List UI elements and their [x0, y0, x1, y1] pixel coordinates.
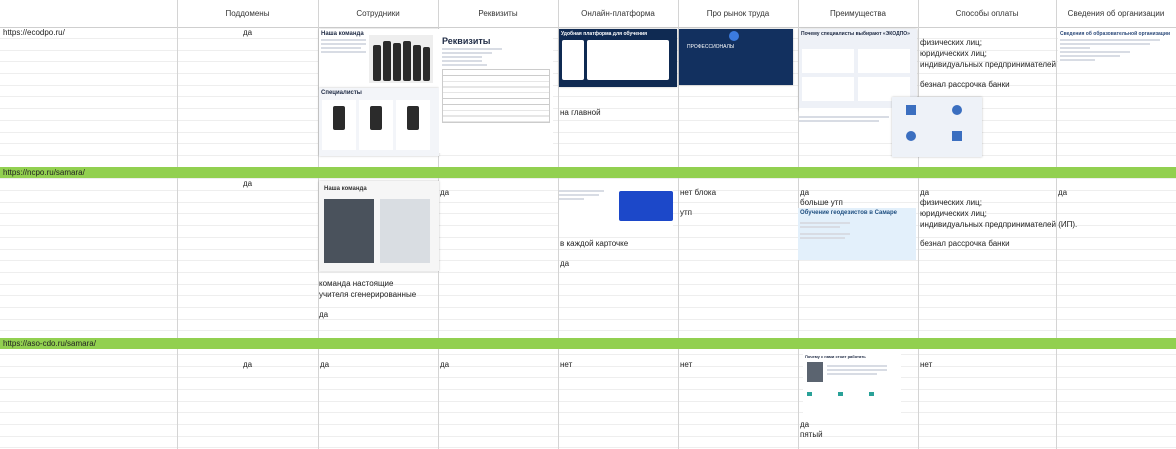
- requisites-screenshot: Реквизиты: [439, 29, 553, 153]
- program-icon: [906, 105, 916, 115]
- col-header-subdomains[interactable]: Поддомены: [177, 0, 318, 27]
- site-url[interactable]: https://aso-cdo.ru/samara/: [3, 338, 96, 349]
- cell-payment[interactable]: юридических лиц;: [920, 48, 987, 59]
- screenshot-title: Специалисты: [321, 90, 362, 96]
- screenshot-title: ПРОФЕССИОНАЛЫ: [687, 44, 735, 50]
- col-header-advantages[interactable]: Преимущества: [798, 0, 918, 27]
- cell-org[interactable]: да: [1058, 187, 1067, 198]
- cell-subdomains[interactable]: да: [177, 27, 318, 38]
- cell-labor[interactable]: нет блока: [680, 187, 716, 198]
- col-header-staff[interactable]: Сотрудники: [318, 0, 438, 27]
- col-header-labor[interactable]: Про рынок труда: [678, 0, 798, 27]
- cell-subdomains[interactable]: да: [177, 359, 318, 370]
- advantages-icons-screenshot: [892, 97, 982, 157]
- cell-payment[interactable]: физических лиц;: [920, 37, 982, 48]
- cell-online[interactable]: нет: [560, 359, 572, 370]
- screenshot-title: Наша команда: [324, 186, 367, 192]
- why-screenshot: Почему с нами стоит работать: [803, 352, 901, 418]
- col-divider: [918, 0, 919, 449]
- cell-payment[interactable]: юридических лиц;: [920, 208, 987, 219]
- specialists-screenshot: Специалисты: [319, 88, 439, 156]
- cell-staff[interactable]: команда настоящие: [319, 278, 393, 289]
- platform-screenshot-2: [559, 186, 673, 226]
- cell-online[interactable]: на главной: [560, 107, 601, 118]
- advantages-screenshot-2: [799, 108, 899, 136]
- org-screenshot: Сведения об образовательной организации: [1058, 29, 1176, 69]
- cell-payment[interactable]: физических лиц;: [920, 197, 982, 208]
- col-divider: [177, 0, 178, 449]
- cell-payment[interactable]: безнал рассрочка банки: [920, 238, 1010, 249]
- team-screenshot-2: Наша команда: [319, 181, 439, 271]
- cell-payment[interactable]: нет: [920, 359, 932, 370]
- cell-advantages[interactable]: больше утп: [800, 197, 843, 208]
- screenshot-title: Почему специалисты выбирают «ЭКОДПО»: [801, 31, 910, 37]
- cell-payment[interactable]: безнал рассрочка банки: [920, 79, 1010, 90]
- book-icon: [952, 131, 962, 141]
- cell-staff[interactable]: да: [319, 309, 328, 320]
- team-screenshot: Наша команда: [319, 29, 439, 89]
- cell-staff[interactable]: да: [320, 359, 329, 370]
- col-header-payment[interactable]: Способы оплаты: [918, 0, 1056, 27]
- platform-screenshot: Удобная платформа для обучения: [559, 29, 677, 87]
- certificate-icon: [952, 105, 962, 115]
- screenshot-title: Обучение геодезистов в Самаре: [800, 210, 898, 216]
- access-icon: [906, 131, 916, 141]
- cell-labor[interactable]: утп: [680, 207, 692, 218]
- cell-payment[interactable]: индивидуальных предпринимателей (ИП).: [920, 59, 1077, 70]
- col-header-org[interactable]: Сведения об организации: [1056, 0, 1176, 27]
- cell-requisites[interactable]: да: [440, 187, 449, 198]
- section-row: [0, 338, 1176, 349]
- cell-subdomains[interactable]: да: [177, 178, 318, 189]
- cell-staff[interactable]: учителя сгенерированные: [319, 289, 416, 300]
- site-url[interactable]: https://ecodpo.ru/: [3, 27, 65, 38]
- section-row: [0, 167, 1176, 178]
- screenshot-title: Удобная платформа для обучения: [561, 31, 648, 37]
- screenshot-title: Почему с нами стоит работать: [805, 354, 866, 359]
- screenshot-title: Реквизиты: [442, 36, 491, 46]
- cell-payment[interactable]: индивидуальных предпринимателей (ИП).: [920, 219, 1077, 230]
- cell-online[interactable]: да: [560, 258, 569, 269]
- labor-screenshot: ПРОФЕССИОНАЛЫ: [679, 29, 793, 85]
- cell-requisites[interactable]: да: [440, 359, 449, 370]
- screenshot-title: Сведения об образовательной организации: [1060, 31, 1171, 37]
- team-photo: [369, 35, 433, 83]
- col-header-requisites[interactable]: Реквизиты: [438, 0, 558, 27]
- cell-labor[interactable]: нет: [680, 359, 692, 370]
- geodesy-screenshot: Обучение геодезистов в Самаре: [798, 208, 916, 260]
- site-url[interactable]: https://ncpo.ru/samara/: [3, 167, 85, 178]
- col-header-online[interactable]: Онлайн-платформа: [558, 0, 678, 27]
- cell-online[interactable]: в каждой карточке: [560, 238, 628, 249]
- cell-advantages[interactable]: пятый: [800, 429, 823, 440]
